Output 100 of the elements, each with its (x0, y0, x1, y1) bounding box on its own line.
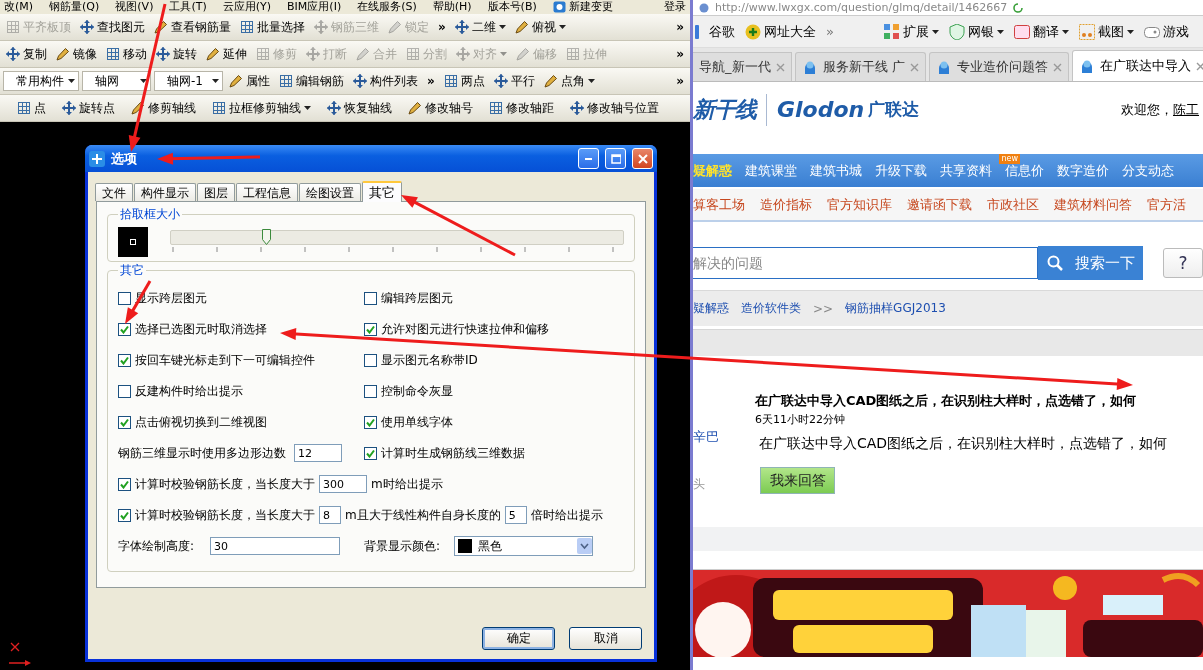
checkbox[interactable] (364, 353, 377, 367)
dropdown-button[interactable]: 点角 (540, 70, 598, 92)
toolbar-button[interactable]: 扩展 (883, 22, 939, 41)
overflow-button[interactable]: » (673, 74, 687, 88)
slider-track[interactable] (170, 230, 624, 245)
menu-item[interactable]: 版本号(B) (487, 0, 537, 14)
search-field[interactable]: 解决的问题 (693, 247, 1038, 279)
toolbar-button[interactable]: 平行 (490, 70, 538, 92)
menu-item[interactable]: 钢筋量(Q) (49, 0, 100, 14)
bookmark-link[interactable]: 网址大全 (745, 22, 816, 41)
menu-item[interactable]: 改(M) (4, 0, 34, 14)
toolbar-button[interactable]: 截图 (1078, 22, 1134, 41)
slider-thumb[interactable] (261, 229, 271, 245)
toolbar-button[interactable]: 恢复轴线 (324, 97, 395, 119)
checkbox[interactable] (118, 384, 131, 398)
bookmark-link[interactable]: 谷歌 (709, 22, 735, 41)
checkbox[interactable] (118, 353, 131, 367)
close-icon[interactable] (1195, 61, 1203, 71)
toolbar-button[interactable]: 查看钢筋量 (151, 16, 234, 38)
checkbox[interactable] (364, 291, 377, 305)
dropdown-button[interactable]: 二维 (451, 16, 509, 38)
checkbox[interactable] (118, 415, 131, 429)
browser-tab[interactable]: 导航_新一代 (693, 52, 792, 81)
toolbar-button[interactable]: 旋转 (153, 43, 200, 65)
checkbox[interactable] (118, 508, 131, 522)
user-link[interactable]: 辛巴 (693, 428, 755, 446)
nav-link[interactable]: 建筑材料问答 (1054, 195, 1132, 214)
menu-item[interactable]: 视图(V) (115, 0, 154, 14)
browser-tab[interactable]: 服务新干线 广 (794, 52, 926, 81)
menu-item[interactable]: 工具(T) (169, 0, 207, 14)
checkbox[interactable] (364, 446, 377, 460)
toolbar-button[interactable]: 构件列表 (350, 70, 421, 92)
toolbar-button[interactable]: 旋转点 (59, 97, 118, 119)
dialog-button[interactable]: 确定 (482, 627, 555, 650)
browser-tab[interactable]: 在广联达中导入 (1071, 50, 1203, 81)
toolbar-button[interactable]: 属性 (226, 70, 273, 92)
nav-link[interactable]: 市政社区 (987, 195, 1039, 214)
overflow-button[interactable]: » (424, 74, 438, 88)
search-button[interactable]: 搜索一下 (1038, 246, 1143, 280)
dropdown-field[interactable]: 常用构件 (3, 71, 79, 91)
nav-link[interactable]: 官方活 (1147, 195, 1186, 214)
toolbar-button[interactable]: 修剪轴线 (128, 97, 199, 119)
dropdown-field[interactable]: 轴网 (82, 71, 151, 91)
address-field[interactable]: http://www.lwxgx.com/question/glmq/detail/1462667 (715, 1, 1008, 14)
maximize-button[interactable] (605, 148, 626, 169)
help-button[interactable]: ? (1163, 248, 1203, 278)
dropdown-button[interactable]: 俯视 (511, 16, 569, 38)
color-dropdown[interactable]: 黑色 (454, 536, 594, 556)
login-button[interactable]: 登录 (664, 0, 686, 14)
toolbar-button[interactable]: 修改轴号位置 (567, 97, 662, 119)
toolbar-button[interactable]: 翻译 (1013, 22, 1069, 41)
breadcrumb-link[interactable]: 钢筋抽样GGJ2013 (845, 300, 946, 317)
input-field[interactable]: 8 (319, 506, 341, 524)
minimize-button[interactable] (578, 148, 599, 169)
toolbar-button[interactable]: 点 (14, 97, 49, 119)
toolbar-button[interactable]: 修改轴距 (486, 97, 557, 119)
nav-link[interactable]: 官方知识库 (827, 195, 892, 214)
toolbar-button[interactable]: 网银 (948, 22, 1004, 41)
input-field[interactable]: 300 (319, 475, 367, 493)
tab[interactable]: 构件显示 (134, 183, 196, 201)
bookmark-link[interactable]: 游戏 (1143, 22, 1189, 41)
checkbox[interactable] (118, 322, 131, 336)
tab[interactable]: 文件 (95, 183, 133, 201)
nav-item[interactable]: 数字造价 (1057, 161, 1109, 180)
user-link[interactable]: 陈工 (1173, 100, 1199, 119)
menu-item[interactable]: 新建变更 (552, 0, 613, 14)
input-field[interactable]: 12 (294, 444, 342, 462)
toolbar-button[interactable]: 编辑钢筋 (276, 70, 347, 92)
toolbar-button[interactable]: 两点 (440, 70, 488, 92)
toolbar-button[interactable]: 镜像 (53, 43, 100, 65)
overflow-button[interactable]: » (673, 47, 687, 61)
checkbox[interactable] (118, 477, 131, 491)
toolbar-button[interactable]: 查找图元 (77, 16, 148, 38)
checkbox[interactable] (364, 384, 377, 398)
browser-tab[interactable]: 专业造价问题答 (928, 52, 1069, 81)
overflow-button[interactable]: » (435, 20, 449, 34)
dropdown-button[interactable]: 拉框修剪轴线 (209, 97, 314, 119)
checkbox[interactable] (118, 291, 131, 305)
overflow-button[interactable]: » (826, 24, 834, 39)
input-field[interactable]: 30 (210, 537, 341, 555)
menu-item[interactable]: 在线服务(S) (357, 0, 417, 14)
toolbar-button[interactable]: 修改轴号 (405, 97, 476, 119)
answer-button[interactable]: 我来回答 (760, 467, 835, 494)
dropdown-field[interactable]: 轴网-1 (154, 71, 223, 91)
tab[interactable]: 图层 (197, 183, 235, 201)
nav-link[interactable]: 造价指标 (760, 195, 812, 214)
tab[interactable]: 工程信息 (236, 183, 298, 201)
input-field[interactable]: 5 (504, 506, 527, 524)
toolbar-button[interactable]: 复制 (3, 43, 50, 65)
checkbox[interactable] (364, 415, 377, 429)
tab[interactable]: 其它 (362, 181, 402, 202)
dialog-button[interactable]: 取消 (569, 627, 642, 650)
tab[interactable]: 绘图设置 (299, 183, 361, 201)
checkbox[interactable] (364, 322, 377, 336)
nav-link[interactable]: 邀请函下载 (907, 195, 972, 214)
breadcrumb-link[interactable]: 造价软件类 (741, 300, 801, 317)
close-button[interactable] (632, 148, 653, 169)
toolbar-button[interactable]: 移动 (103, 43, 150, 65)
overflow-button[interactable]: » (673, 20, 687, 34)
menu-item[interactable]: 帮助(H) (432, 0, 472, 14)
